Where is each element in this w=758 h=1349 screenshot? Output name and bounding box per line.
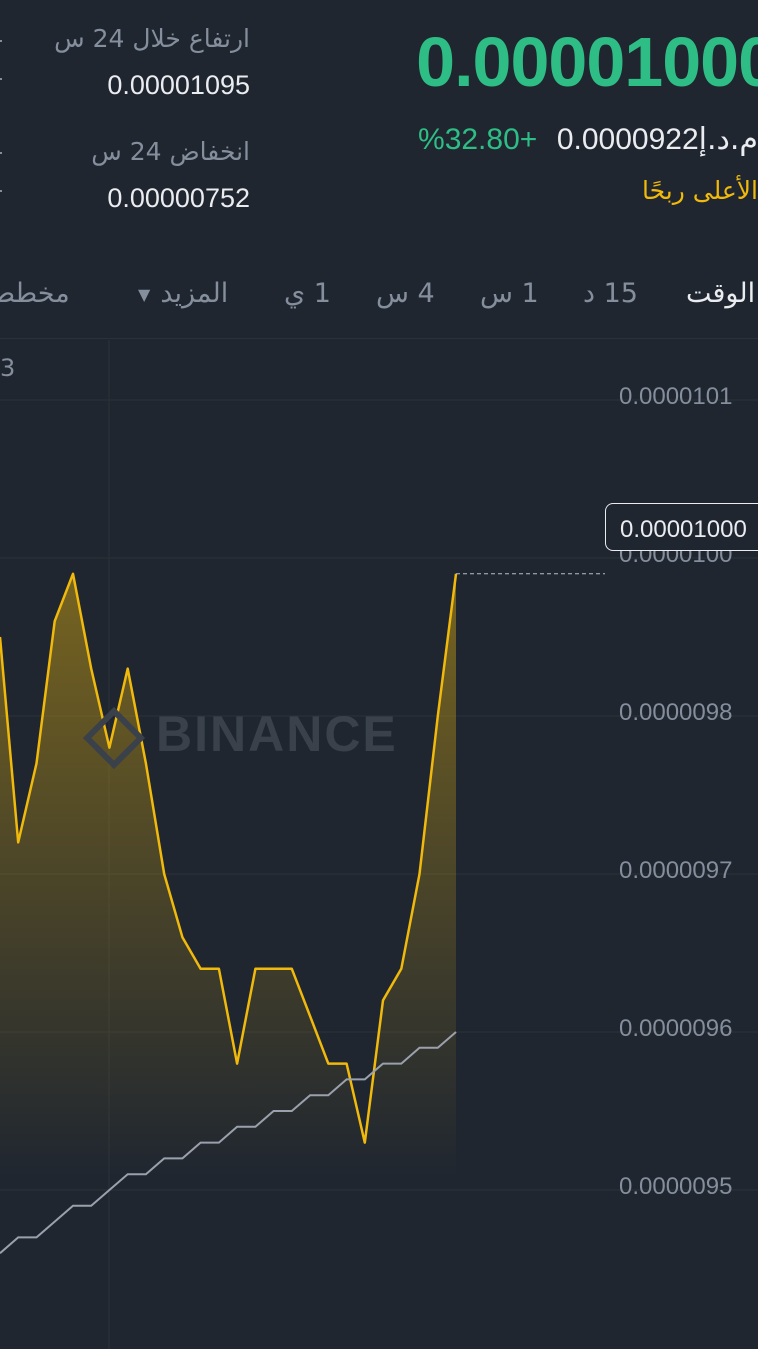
price-chart[interactable] — [0, 0, 758, 1349]
price-area-fill — [0, 573, 456, 1180]
y-tick-label: 0.0000097 — [619, 857, 733, 884]
y-tick-label: 0.0000095 — [619, 1173, 733, 1200]
binance-logo-icon — [82, 706, 146, 769]
y-tick-label: 0.0000096 — [619, 1015, 733, 1042]
binance-watermark: BINANCE — [82, 705, 398, 769]
y-tick-label: 0.0000098 — [619, 699, 733, 726]
y-tick-label: 0.0000101 — [619, 383, 733, 410]
current-price-marker: 0.00001000 — [605, 503, 758, 551]
chart-corner-label: 3 — [0, 354, 16, 382]
